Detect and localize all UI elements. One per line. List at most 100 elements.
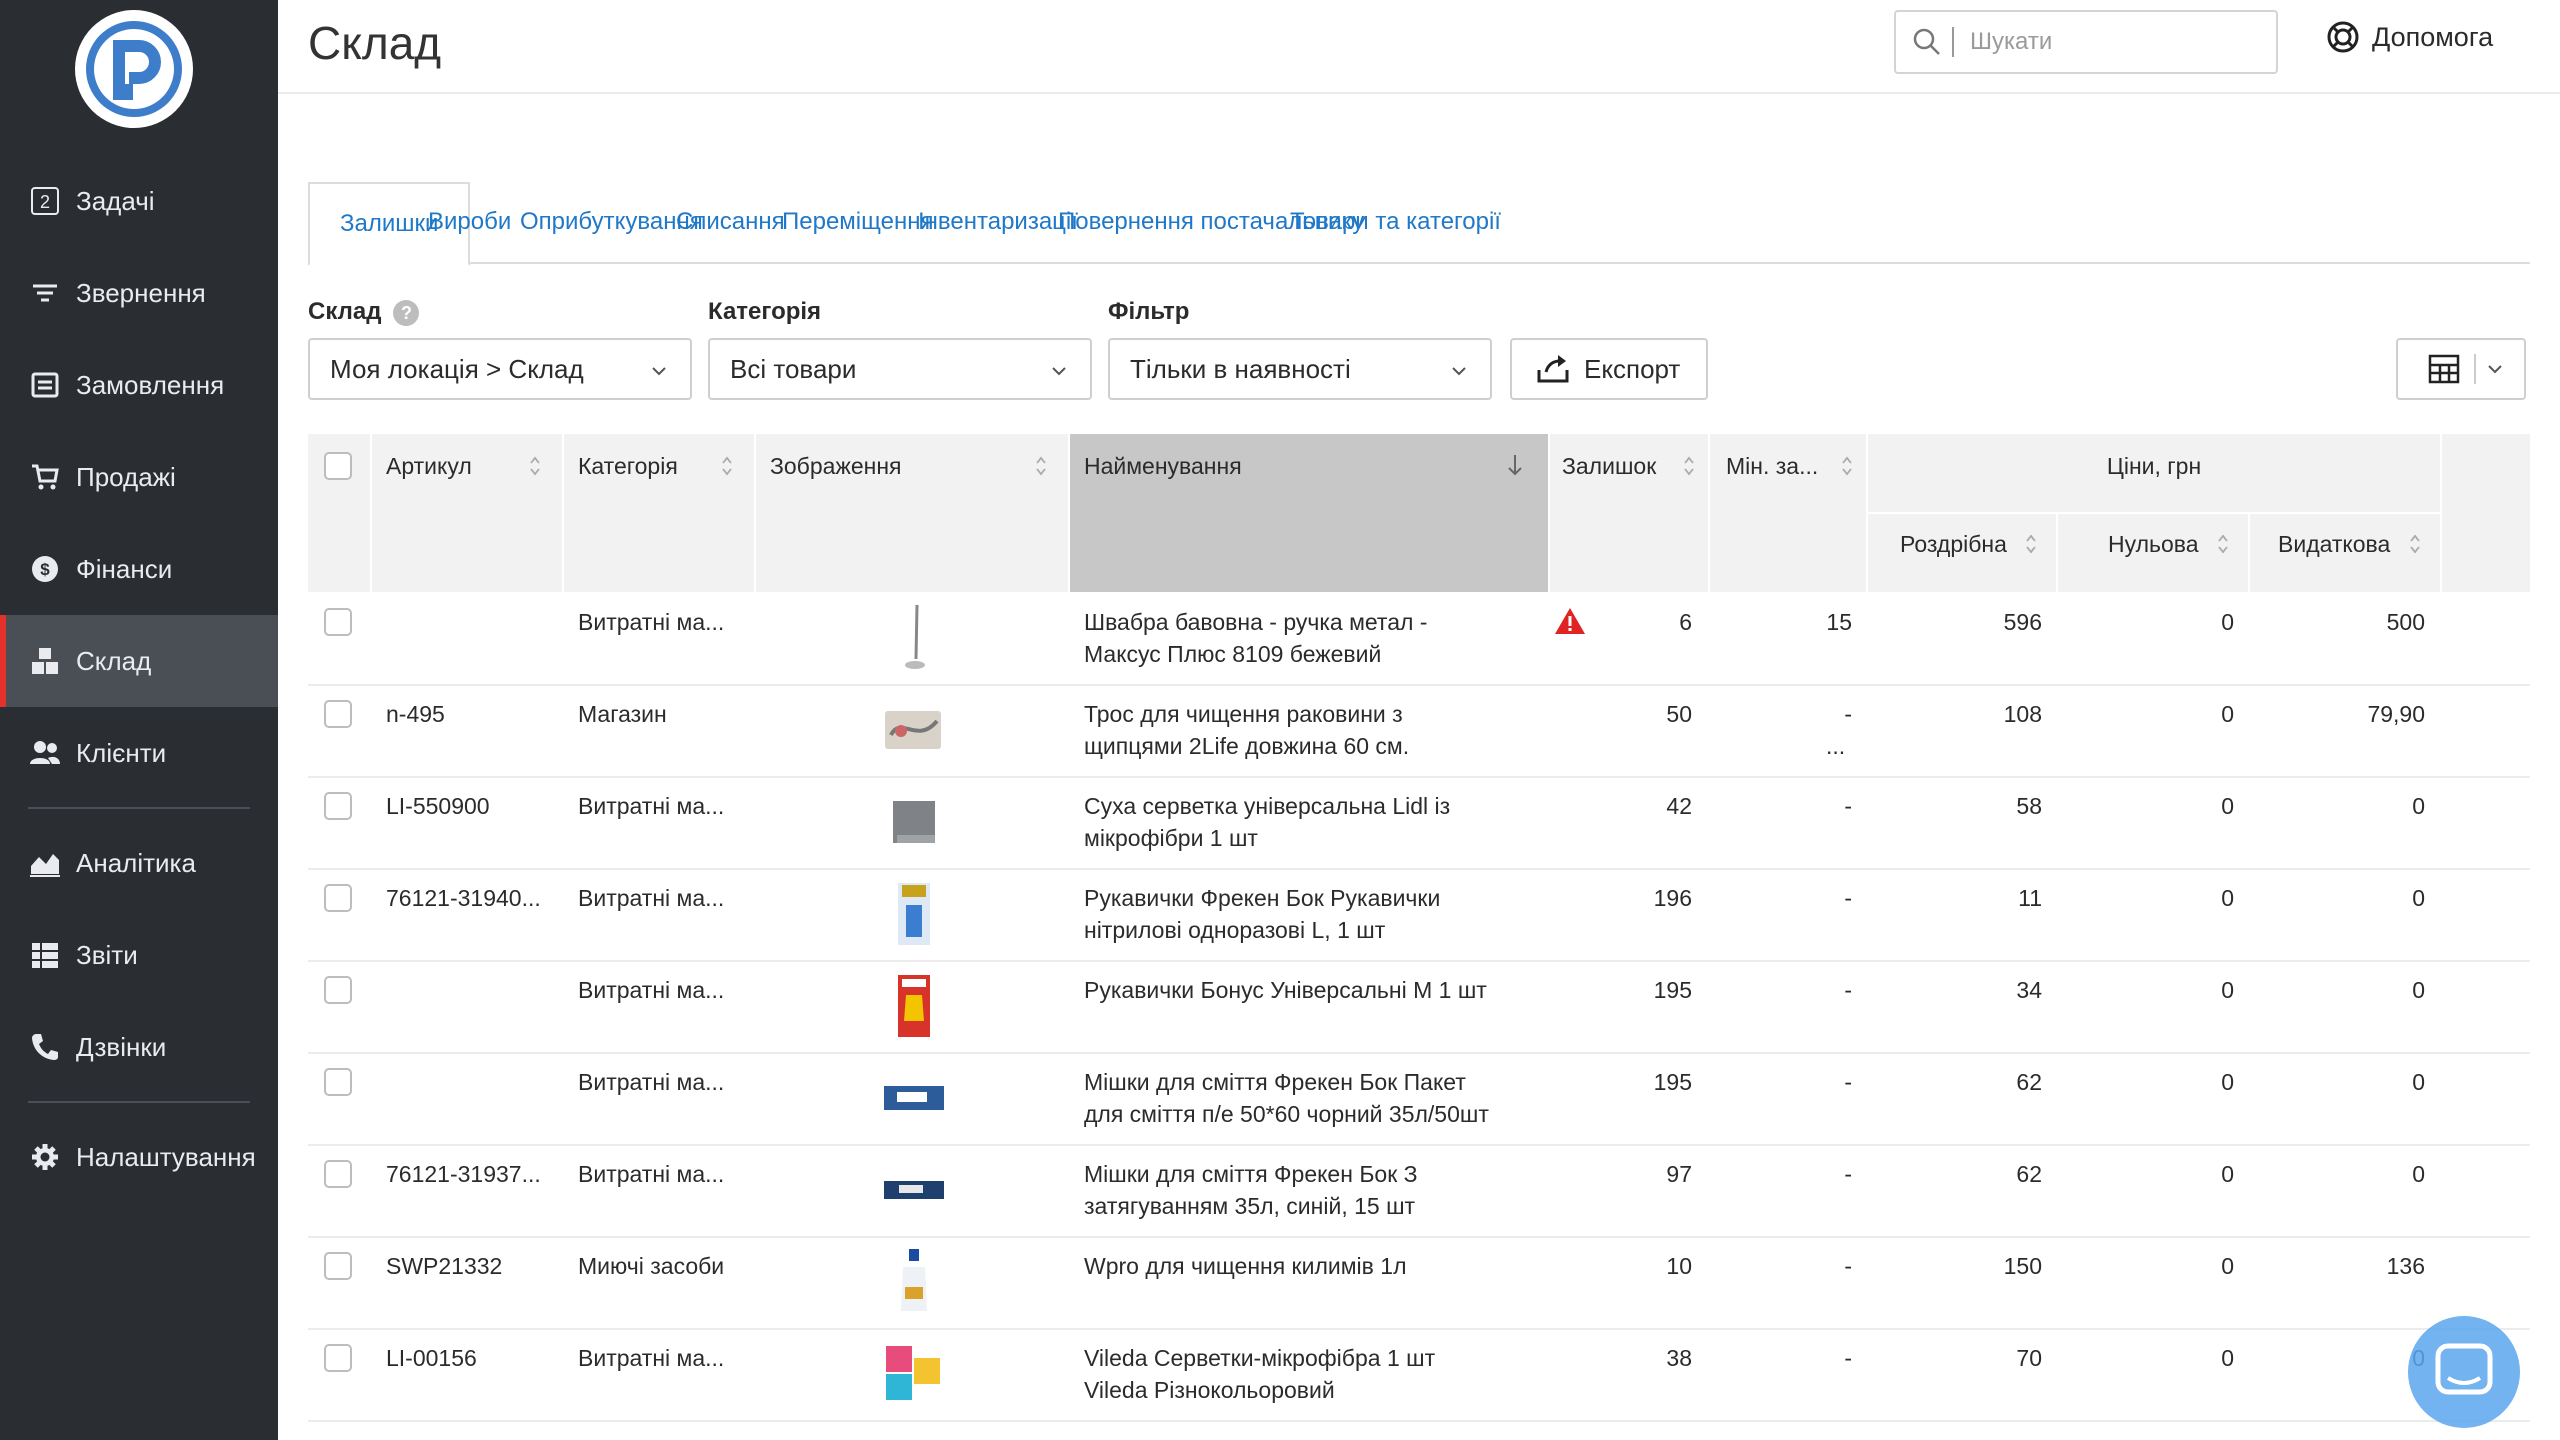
sort-icon[interactable] xyxy=(1034,454,1048,478)
column-header-image[interactable]: Зображення xyxy=(770,453,901,480)
column-header-sku[interactable]: Артикул xyxy=(386,453,472,480)
row-checkbox[interactable] xyxy=(324,1160,352,1188)
row-checkbox[interactable] xyxy=(324,792,352,820)
table-row[interactable]: n-495 Магазин Трос для чищення раковини зщ… xyxy=(308,684,2530,778)
table-row[interactable]: Витратні ма... Рукавички Бонус Універсаль… xyxy=(308,960,2530,1054)
search-caret xyxy=(1952,27,1954,57)
sidebar-item-0[interactable]: 2 Задачі xyxy=(0,155,278,247)
sidebar-item-10[interactable]: Налаштування xyxy=(0,1111,278,1203)
cell-name-line1[interactable]: Швабра бавовна - ручка метал - xyxy=(1084,606,1427,638)
column-header-min-stock[interactable]: Мін. за... xyxy=(1726,453,1818,480)
cell-name-line2[interactable]: мікрофібри 1 шт xyxy=(1084,822,1258,854)
export-button[interactable]: Експорт xyxy=(1510,338,1708,400)
select-all-checkbox[interactable] xyxy=(324,452,352,480)
tab-1[interactable]: Вироби xyxy=(428,182,511,260)
stock-filter-select[interactable]: Тільки в наявності xyxy=(1108,338,1492,400)
column-header-retail[interactable]: Роздрібна xyxy=(1900,531,2007,558)
product-thumbnail[interactable] xyxy=(874,1338,954,1410)
sort-icon[interactable] xyxy=(1682,454,1696,478)
sidebar-item-9[interactable]: Дзвінки xyxy=(0,1001,278,1093)
sort-descending-icon[interactable] xyxy=(1506,452,1524,478)
product-thumbnail[interactable] xyxy=(874,1062,954,1134)
help-question-icon[interactable]: ? xyxy=(393,299,420,326)
chat-widget-button[interactable] xyxy=(2408,1316,2520,1428)
category-select[interactable]: Всі товари xyxy=(708,338,1092,400)
cell-min-stock: 15 xyxy=(1826,609,1852,635)
columns-toggle-button[interactable] xyxy=(2396,338,2526,400)
tab-4[interactable]: Переміщення xyxy=(782,182,933,260)
cell-name-line1[interactable]: Мішки для сміття Фрекен Бок З xyxy=(1084,1158,1418,1190)
tab-3[interactable]: Списання xyxy=(676,182,785,260)
sidebar-item-3[interactable]: Продажі xyxy=(0,431,278,523)
cell-name-line1[interactable]: Рукавички Фрекен Бок Рукавички xyxy=(1084,882,1440,914)
cell-name-line1[interactable]: Мішки для сміття Фрекен Бок Пакет xyxy=(1084,1066,1466,1098)
cell-name-line2[interactable]: Vileda Різнокольоровий xyxy=(1084,1374,1335,1406)
cell-name-line2[interactable]: для сміття п/е 50*60 чорний 35л/50шт xyxy=(1084,1098,1489,1130)
product-thumbnail[interactable] xyxy=(874,1154,954,1226)
export-tray-icon xyxy=(1537,355,1569,383)
cell-name-line2[interactable]: затягуванням 35л, синій, 15 шт xyxy=(1084,1190,1415,1222)
table-row[interactable]: 76121-31940... Витратні ма... Рукавички Фр… xyxy=(308,868,2530,962)
table-row[interactable]: 76121-31937... Витратні ма... Мішки для см… xyxy=(308,1144,2530,1238)
sort-icon[interactable] xyxy=(2408,532,2422,556)
help-link[interactable]: Допомога xyxy=(2326,20,2493,54)
column-header-expense[interactable]: Видаткова xyxy=(2278,531,2390,558)
sidebar-item-6[interactable]: Клієнти xyxy=(0,707,278,799)
product-thumbnail[interactable] xyxy=(874,1246,954,1318)
sidebar-item-1[interactable]: Звернення xyxy=(0,247,278,339)
row-checkbox[interactable] xyxy=(324,1068,352,1096)
cell-min-stock: - xyxy=(1844,1161,1852,1187)
cell-name-line1[interactable]: Wpro для чищення килимів 1л xyxy=(1084,1250,1406,1282)
table-row[interactable]: Витратні ма... Мішки для сміття Фрекен Бо… xyxy=(308,1052,2530,1146)
sidebar-item-4[interactable]: $ Фінанси xyxy=(0,523,278,615)
product-thumbnail[interactable] xyxy=(874,878,954,950)
cell-name-line2[interactable]: щипцями 2Life довжина 60 см. xyxy=(1084,730,1409,762)
column-header-name[interactable]: Найменування xyxy=(1084,453,1242,480)
sort-icon[interactable] xyxy=(2024,532,2038,556)
tab-5[interactable]: Інвентаризації xyxy=(918,182,1078,260)
category-select-value: Всі товари xyxy=(730,353,857,384)
sort-icon[interactable] xyxy=(1840,454,1854,478)
sidebar-item-8[interactable]: Звіти xyxy=(0,909,278,1001)
tab-7[interactable]: Товари та категорії xyxy=(1290,182,1501,260)
row-checkbox[interactable] xyxy=(324,608,352,636)
more-ellipsis[interactable]: ... xyxy=(1826,730,1845,762)
row-checkbox[interactable] xyxy=(324,1252,352,1280)
table-row[interactable]: SWP21332 Миючі засоби Wpro для чищення кил… xyxy=(308,1236,2530,1330)
table-grid-icon xyxy=(2428,354,2460,384)
column-header-stock[interactable]: Залишок xyxy=(1562,453,1656,480)
table-row[interactable]: LI-00156 Витратні ма... Vileda Серветки-мі… xyxy=(308,1328,2530,1422)
cell-name-line1[interactable]: Рукавички Бонус Універсальні М 1 шт xyxy=(1084,974,1487,1006)
product-thumbnail[interactable] xyxy=(874,970,954,1042)
cell-name-line1[interactable]: Трос для чищення раковини з xyxy=(1084,698,1403,730)
report-list-icon xyxy=(28,938,62,972)
cell-zero-price: 0 xyxy=(2221,1345,2234,1371)
warehouse-select[interactable]: Моя локація > Склад xyxy=(308,338,692,400)
sidebar-item-5[interactable]: Склад xyxy=(0,615,278,707)
search-box[interactable] xyxy=(1894,10,2278,74)
row-checkbox[interactable] xyxy=(324,700,352,728)
cart-icon xyxy=(28,460,62,494)
app-logo[interactable] xyxy=(75,10,193,128)
product-thumbnail[interactable] xyxy=(874,602,954,674)
sort-icon[interactable] xyxy=(528,454,542,478)
row-checkbox[interactable] xyxy=(324,884,352,912)
cell-name-line2[interactable]: Максус Плюс 8109 бежевий xyxy=(1084,638,1381,670)
sort-icon[interactable] xyxy=(2216,532,2230,556)
product-thumbnail[interactable] xyxy=(874,694,954,766)
sidebar-item-2[interactable]: Замовлення xyxy=(0,339,278,431)
tab-bar: Залишки Вироби Оприбуткування Списання Перем… xyxy=(308,182,2530,266)
sidebar-item-7[interactable]: Аналітика xyxy=(0,817,278,909)
column-header-category[interactable]: Категорія xyxy=(578,453,678,480)
row-checkbox[interactable] xyxy=(324,1344,352,1372)
row-checkbox[interactable] xyxy=(324,976,352,1004)
column-header-zero[interactable]: Нульова xyxy=(2108,531,2199,558)
cell-name-line1[interactable]: Суха серветка універсальна Lidl із xyxy=(1084,790,1450,822)
product-thumbnail[interactable] xyxy=(874,786,954,858)
cell-name-line1[interactable]: Vileda Серветки-мікрофібра 1 шт xyxy=(1084,1342,1435,1374)
table-row[interactable]: LI-550900 Витратні ма... Суха серветка уні… xyxy=(308,776,2530,870)
cell-name-line2[interactable]: нітрилові одноразові L, 1 шт xyxy=(1084,914,1385,946)
search-input[interactable] xyxy=(1968,27,2272,57)
sort-icon[interactable] xyxy=(720,454,734,478)
table-row[interactable]: Витратні ма... Швабра бавовна - ручка мет… xyxy=(308,592,2530,686)
